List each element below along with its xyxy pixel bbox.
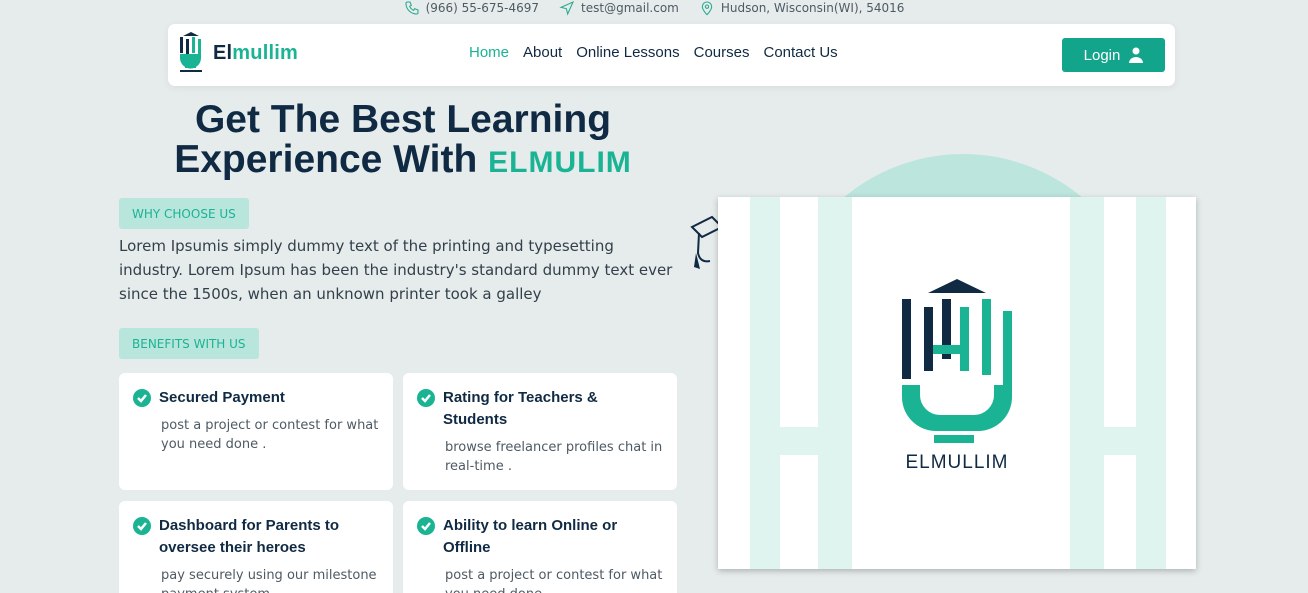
feature-card-head: Secured Payment bbox=[133, 387, 379, 409]
hero-description: Lorem Ipsumis simply dummy text of the p… bbox=[119, 237, 673, 303]
brand-name-prefix: El bbox=[213, 41, 233, 64]
login-label: Login bbox=[1083, 46, 1121, 64]
hero-title: Get The Best Learning Experience With EL… bbox=[163, 100, 643, 183]
check-circle-icon bbox=[417, 517, 435, 535]
feature-card-head: Dashboard for Parents to oversee their h… bbox=[133, 515, 379, 559]
feature-title: Ability to learn Online or Offline bbox=[443, 517, 618, 556]
login-button[interactable]: Login bbox=[1062, 38, 1165, 72]
hero-title-line1: Get The Best Learning bbox=[194, 98, 612, 141]
hero-title-brand: ELMULIM bbox=[488, 146, 632, 179]
feature-card: Secured Payment post a project or contes… bbox=[119, 373, 393, 490]
why-choose-badge: WHY CHOOSE US bbox=[119, 198, 249, 229]
check-circle-icon bbox=[417, 389, 435, 407]
logo-caption: ELMULLIM bbox=[905, 452, 1009, 473]
send-icon bbox=[559, 0, 575, 16]
feature-text: post a project or contest for what you n… bbox=[161, 418, 379, 452]
feature-text: browse freelancer profiles chat in real-… bbox=[445, 440, 663, 474]
feature-text: post a project or contest for what you n… bbox=[445, 568, 663, 593]
nav-about[interactable]: About bbox=[523, 44, 562, 61]
elmullim-logo-icon bbox=[902, 279, 1012, 443]
hero-image: ELMULLIM bbox=[718, 197, 1196, 569]
address-item: Hudson, Wisconsin(WI), 54016 bbox=[699, 0, 905, 16]
feature-card: Ability to learn Online or Offline post … bbox=[403, 501, 677, 593]
feature-text: pay securely using our milestone payment… bbox=[161, 568, 377, 593]
address-text: Hudson, Wisconsin(WI), 54016 bbox=[720, 1, 905, 15]
elmullim-logo-icon bbox=[180, 32, 202, 72]
brand-name: Elmullim bbox=[213, 42, 298, 65]
feature-card-head: Ability to learn Online or Offline bbox=[417, 515, 663, 559]
phone-text: (966) 55-675-4697 bbox=[425, 1, 540, 15]
bg-shape bbox=[1102, 427, 1138, 455]
check-circle-icon bbox=[133, 517, 151, 535]
email-item[interactable]: test@gmail.com bbox=[559, 0, 679, 16]
bg-shape bbox=[750, 197, 780, 569]
feature-card: Dashboard for Parents to oversee their h… bbox=[119, 501, 393, 593]
location-pin-icon bbox=[701, 1, 713, 16]
feature-card: Rating for Teachers & Students browse fr… bbox=[403, 373, 677, 490]
nav-online-lessons[interactable]: Online Lessons bbox=[576, 44, 679, 61]
bg-shape bbox=[1070, 197, 1104, 569]
hero-title-line2-text: Experience With bbox=[174, 138, 478, 181]
bg-shape bbox=[780, 427, 820, 455]
email-text: test@gmail.com bbox=[581, 1, 679, 15]
feature-title: Dashboard for Parents to oversee their h… bbox=[159, 517, 340, 556]
bg-shape bbox=[1136, 197, 1166, 569]
user-icon bbox=[1129, 47, 1144, 63]
hero-title-line2: Experience With ELMULIM bbox=[163, 140, 643, 183]
phone-icon bbox=[405, 1, 419, 15]
nav-contact-us[interactable]: Contact Us bbox=[763, 44, 837, 61]
check-circle-icon bbox=[133, 389, 151, 407]
feature-title: Rating for Teachers & Students bbox=[443, 389, 598, 428]
nav-home[interactable]: Home bbox=[469, 44, 509, 61]
brand-name-suffix: mullim bbox=[232, 41, 298, 64]
main-nav: Home About Online Lessons Courses Contac… bbox=[469, 44, 838, 61]
navbar: Elmullim Home About Online Lessons Cours… bbox=[168, 24, 1175, 86]
feature-title: Secured Payment bbox=[159, 389, 285, 406]
nav-courses[interactable]: Courses bbox=[694, 44, 750, 61]
brand[interactable]: Elmullim bbox=[177, 30, 298, 76]
contact-bar: (966) 55-675-4697 test@gmail.com Hudson,… bbox=[0, 0, 1308, 16]
phone-item[interactable]: (966) 55-675-4697 bbox=[404, 0, 539, 16]
benefits-badge: BENEFITS WITH US bbox=[119, 328, 259, 359]
bg-shape bbox=[818, 197, 852, 569]
feature-card-head: Rating for Teachers & Students bbox=[417, 387, 663, 431]
